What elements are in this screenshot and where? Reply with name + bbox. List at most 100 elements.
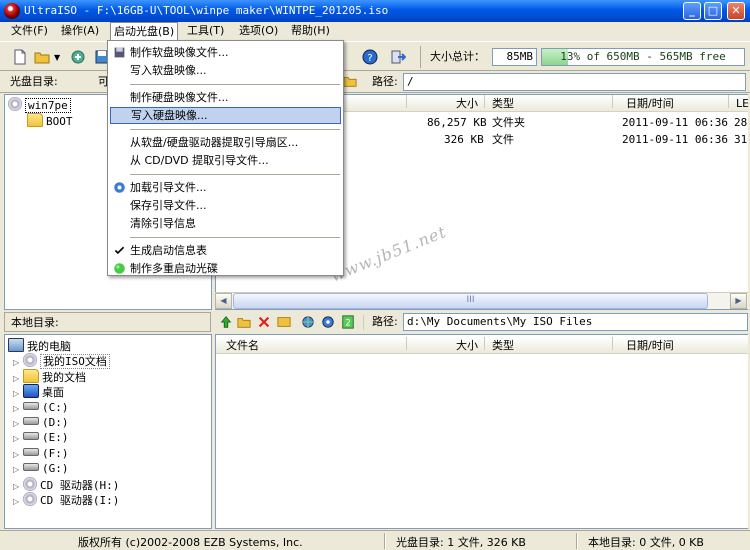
gear-icon bbox=[114, 182, 125, 193]
local-tree-item[interactable]: ▷ 桌面 bbox=[13, 384, 64, 400]
col-type-header[interactable]: 类型 bbox=[492, 95, 514, 112]
local-tree-item[interactable]: 我的电脑 bbox=[8, 338, 71, 354]
scroll-left-button[interactable]: ◀ bbox=[215, 293, 232, 309]
drive-icon bbox=[23, 417, 39, 425]
menu-separator bbox=[130, 237, 340, 238]
col-date-header[interactable]: 日期/时间 bbox=[626, 337, 674, 354]
up-arrow-icon[interactable] bbox=[219, 315, 233, 329]
local-tree-item[interactable]: ▷ 我的文档 bbox=[13, 368, 86, 385]
close-button[interactable]: ✕ bbox=[727, 2, 745, 20]
boot-menu-item[interactable]: 从 CD/DVD 提取引导文件... bbox=[110, 152, 341, 169]
iso-root-node[interactable]: win7pe bbox=[8, 97, 71, 113]
local-tree-label: (E:) bbox=[42, 431, 69, 445]
globe-icon[interactable] bbox=[301, 315, 315, 329]
local-tree-item[interactable]: ▷ (C:) bbox=[13, 400, 69, 416]
scroll-right-button[interactable]: ▶ bbox=[730, 293, 747, 309]
horizontal-scrollbar[interactable]: ◀ III ▶ bbox=[215, 292, 748, 309]
new-file-icon[interactable] bbox=[12, 49, 28, 65]
row-extra: 28 bbox=[734, 116, 748, 129]
minimize-button[interactable]: _ bbox=[683, 2, 701, 20]
local-tree-label: 我的ISO文档 bbox=[40, 354, 110, 370]
row-type: 文件夹 bbox=[492, 116, 525, 129]
boot-menu-label: 制作硬盘映像文件... bbox=[130, 91, 229, 104]
boot-menu-label: 从软盘/硬盘驱动器提取引导扇区... bbox=[130, 136, 299, 149]
boot-menu-item[interactable]: 制作软盘映像文件... bbox=[110, 44, 341, 61]
boot-menu-item[interactable]: 清除引导信息 bbox=[110, 215, 341, 232]
local-path-bar: 2 路径: d:\My Documents\My ISO Files bbox=[215, 312, 748, 333]
extract-icon[interactable] bbox=[70, 49, 86, 65]
local-tree-label: CD 驱动器(I:) bbox=[40, 494, 120, 507]
menu-item-1[interactable]: 操作(A) bbox=[58, 22, 102, 40]
boot-menu-label: 清除引导信息 bbox=[130, 217, 196, 230]
menu-item-5[interactable]: 帮助(H) bbox=[288, 22, 333, 40]
ultraiso-app-icon[interactable] bbox=[4, 3, 20, 19]
boot-menu-item[interactable]: 写入硬盘映像... bbox=[110, 107, 341, 124]
iso-tree-item[interactable]: BOOT bbox=[27, 113, 73, 129]
boot-disc-menu: 制作软盘映像文件... 写入软盘映像... 制作硬盘映像文件... 写入硬盘映像...… bbox=[107, 40, 344, 276]
refresh-icon[interactable]: 2 bbox=[341, 315, 355, 329]
col-size-header[interactable]: 大小 bbox=[456, 95, 478, 112]
computer-icon bbox=[8, 338, 24, 352]
capacity-bar: 13% of 650MB - 565MB free bbox=[541, 48, 745, 66]
open-dropdown-icon[interactable]: ▼ bbox=[54, 53, 60, 62]
col-filename-header[interactable]: 文件名 bbox=[226, 337, 259, 354]
drive-icon bbox=[23, 401, 39, 410]
local-path-label: 路径: bbox=[372, 315, 398, 328]
capacity-text: 13% of 650MB - 565MB free bbox=[560, 50, 726, 63]
delete-icon[interactable] bbox=[257, 315, 271, 329]
boot-menu-label: 保存引导文件... bbox=[130, 199, 207, 212]
boot-menu-item[interactable]: 写入软盘映像... bbox=[110, 62, 341, 79]
folder-up-icon[interactable] bbox=[343, 74, 357, 88]
boot-menu-item[interactable]: 生成启动信息表 bbox=[110, 242, 341, 259]
drive-icon bbox=[23, 463, 39, 472]
boot-menu-label: 制作软盘映像文件... bbox=[130, 46, 229, 59]
col-date-header[interactable]: 日期/时间 bbox=[626, 95, 674, 112]
boot-menu-item[interactable]: 制作多重启动光碟 bbox=[110, 260, 341, 277]
local-tree-item[interactable]: ▷ 我的ISO文档 bbox=[13, 353, 110, 370]
local-tree-item[interactable]: ▷ (D:) bbox=[13, 415, 69, 431]
disc-path-input[interactable]: / bbox=[403, 73, 746, 91]
local-list-header: 文件名 大小 类型 日期/时间 bbox=[216, 337, 748, 354]
open-folder-icon[interactable] bbox=[34, 49, 50, 65]
local-tree-item[interactable]: ▷ (G:) bbox=[13, 461, 69, 477]
gear-icon[interactable] bbox=[321, 315, 335, 329]
boot-menu-item[interactable]: 加载引导文件... bbox=[110, 179, 341, 196]
folder-icon[interactable] bbox=[277, 315, 291, 329]
exit-icon[interactable] bbox=[390, 49, 406, 65]
boot-menu-label: 制作多重启动光碟 bbox=[130, 262, 218, 275]
globe-icon bbox=[114, 263, 125, 274]
disc-path-label: 路径: bbox=[372, 75, 398, 88]
maximize-button[interactable]: □ bbox=[704, 2, 722, 20]
menu-item-4[interactable]: 选项(O) bbox=[236, 22, 281, 40]
local-path-input[interactable]: d:\My Documents\My ISO Files bbox=[403, 313, 748, 331]
status-disc-info: 光盘目录: 1 文件, 326 KB bbox=[396, 536, 526, 549]
col-type-header[interactable]: 类型 bbox=[492, 337, 514, 354]
scroll-thumb[interactable]: III bbox=[233, 293, 708, 309]
local-tree-item[interactable]: ▷ (F:) bbox=[13, 446, 69, 462]
local-directory-label: 本地目录: bbox=[4, 312, 211, 332]
local-tree-item[interactable]: ▷ (E:) bbox=[13, 430, 69, 446]
local-tree-item[interactable]: ▷ CD 驱动器(H:) bbox=[13, 476, 119, 493]
row-type: 文件 bbox=[492, 133, 514, 146]
iso-root-label: win7pe bbox=[25, 98, 71, 113]
help-icon[interactable]: ? bbox=[362, 49, 378, 65]
title-bar[interactable]: UltraISO - F:\16GB-U\TOOL\winpe maker\WI… bbox=[0, 0, 750, 22]
window-title: UltraISO - F:\16GB-U\TOOL\winpe maker\WI… bbox=[24, 4, 389, 17]
size-total-label: 大小总计： bbox=[430, 50, 485, 63]
boot-menu-item[interactable]: 保存引导文件... bbox=[110, 197, 341, 214]
local-tree-label: (G:) bbox=[42, 462, 69, 476]
expand-icon[interactable]: ▷ bbox=[13, 494, 23, 510]
boot-menu-label: 写入软盘映像... bbox=[130, 64, 207, 77]
col-size-header[interactable]: 大小 bbox=[456, 337, 478, 354]
new-folder-icon[interactable] bbox=[237, 315, 251, 329]
menu-item-2[interactable]: 启动光盘(B) bbox=[110, 22, 179, 40]
status-local-info: 本地目录: 0 文件, 0 KB bbox=[588, 536, 704, 549]
local-tree-item[interactable]: ▷ CD 驱动器(I:) bbox=[13, 492, 119, 508]
col-extra-header[interactable]: LE bbox=[736, 95, 748, 112]
boot-menu-item[interactable]: 制作硬盘映像文件... bbox=[110, 89, 341, 106]
boot-menu-item[interactable]: 从软盘/硬盘驱动器提取引导扇区... bbox=[110, 134, 341, 151]
menu-item-0[interactable]: 文件(F) bbox=[8, 22, 51, 40]
check-icon bbox=[114, 246, 125, 255]
row-date: 2011-09-11 06:36 bbox=[622, 133, 728, 146]
menu-item-3[interactable]: 工具(T) bbox=[184, 22, 227, 40]
